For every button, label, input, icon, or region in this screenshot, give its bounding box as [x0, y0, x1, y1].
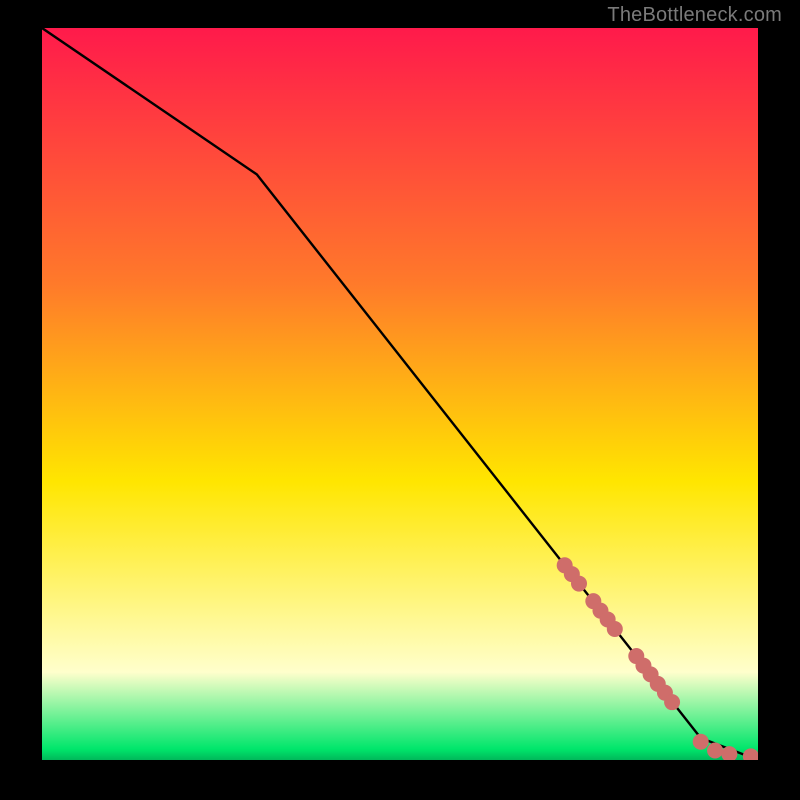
marker-point — [693, 734, 709, 750]
marker-point — [607, 621, 623, 637]
marker-point — [664, 694, 680, 710]
chart-frame: TheBottleneck.com — [0, 0, 800, 800]
marker-point — [707, 742, 723, 758]
chart-svg — [42, 28, 758, 760]
chart-plot-area — [42, 28, 758, 760]
chart-background — [42, 28, 758, 760]
watermark-text: TheBottleneck.com — [607, 4, 782, 27]
marker-point — [571, 576, 587, 592]
